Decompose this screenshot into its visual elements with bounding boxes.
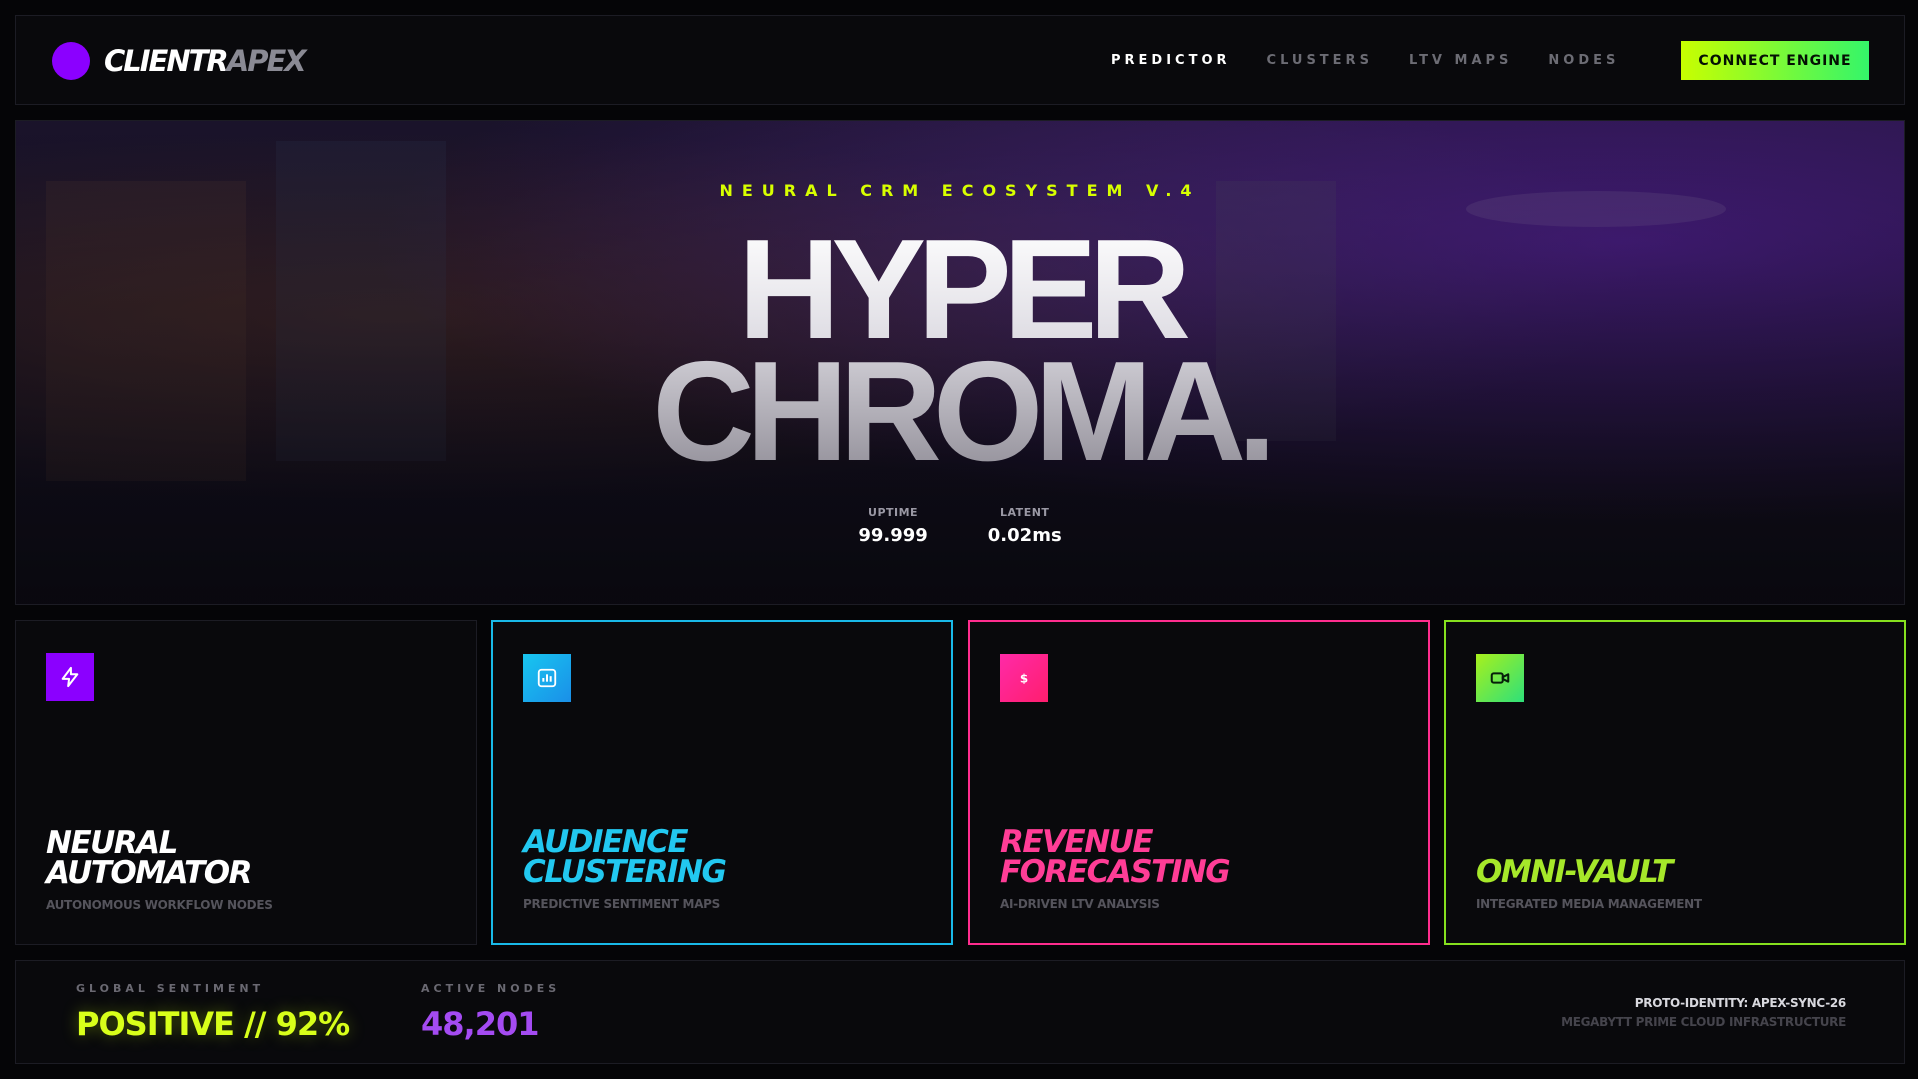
nav-link-nodes[interactable]: NODES bbox=[1548, 52, 1619, 70]
card-title: OMNI-VAULT bbox=[1476, 854, 1673, 890]
svg-text:$: $ bbox=[1020, 672, 1028, 686]
card-title: AUDIENCE CLUSTERING bbox=[523, 824, 727, 890]
card-title-line-1: NEURAL bbox=[46, 825, 178, 861]
card-subtitle: PREDICTIVE SENTIMENT MAPS bbox=[523, 897, 721, 911]
card-subtitle: INTEGRATED MEDIA MANAGEMENT bbox=[1476, 897, 1702, 911]
top-nav: CLIENTRAPEX PREDICTOR CLUSTERS LTV MAPS … bbox=[15, 15, 1905, 105]
card-subtitle: AUTONOMOUS WORKFLOW NODES bbox=[46, 898, 273, 912]
global-sentiment-label: GLOBAL SENTIMENT bbox=[76, 982, 265, 995]
infrastructure-label: MEGABYTT PRIME CLOUD INFRASTRUCTURE bbox=[1561, 1015, 1846, 1029]
stat-latent: LATENT 0.02ms bbox=[988, 506, 1062, 546]
stat-value: 99.999 bbox=[858, 525, 928, 546]
nav-links: PREDICTOR CLUSTERS LTV MAPS NODES bbox=[1111, 52, 1619, 70]
nav-link-predictor[interactable]: PREDICTOR bbox=[1111, 52, 1231, 70]
card-title-line-2: FORECASTING bbox=[1000, 854, 1231, 890]
lightning-icon bbox=[46, 653, 94, 701]
card-title-line-2: CLUSTERING bbox=[523, 854, 727, 890]
card-title-line-1: REVENUE bbox=[1000, 824, 1154, 860]
stat-label: LATENT bbox=[1000, 506, 1050, 519]
hero-title-line-2: CHROMA. bbox=[16, 341, 1904, 483]
card-omni-vault[interactable]: OMNI-VAULT INTEGRATED MEDIA MANAGEMENT bbox=[1444, 620, 1906, 945]
logo-primary-text: CLIENTR bbox=[104, 44, 229, 78]
global-sentiment: GLOBAL SENTIMENT POSITIVE // 92% bbox=[76, 982, 350, 1043]
connect-engine-button[interactable]: CONNECT ENGINE bbox=[1681, 41, 1869, 80]
stat-value: 0.02ms bbox=[987, 525, 1062, 546]
bar-chart-icon bbox=[523, 654, 571, 702]
nav-link-clusters[interactable]: CLUSTERS bbox=[1267, 52, 1373, 70]
proto-identity: PROTO-IDENTITY: APEX-SYNC-26 bbox=[1634, 996, 1847, 1010]
card-title-line-1: AUDIENCE bbox=[523, 824, 689, 860]
logo-secondary-text: APEX bbox=[226, 44, 307, 78]
logo[interactable]: CLIENTRAPEX bbox=[104, 42, 307, 80]
logo-icon[interactable] bbox=[52, 42, 90, 80]
card-revenue-forecasting[interactable]: $ REVENUE FORECASTING AI-DRIVEN LTV ANAL… bbox=[968, 620, 1430, 945]
card-title-line-2: OMNI-VAULT bbox=[1476, 854, 1673, 890]
footer-identity: PROTO-IDENTITY: APEX-SYNC-26 MEGABYTT PR… bbox=[1561, 996, 1846, 1029]
stat-uptime: UPTIME 99.999 bbox=[858, 506, 927, 546]
dollar-icon: $ bbox=[1000, 654, 1048, 702]
card-title-line-2: AUTOMATOR bbox=[46, 855, 253, 891]
card-neural-automator[interactable]: NEURAL AUTOMATOR AUTONOMOUS WORKFLOW NOD… bbox=[15, 620, 477, 945]
card-title: REVENUE FORECASTING bbox=[1000, 824, 1231, 890]
hero-stats: UPTIME 99.999 LATENT 0.02ms bbox=[16, 506, 1904, 546]
card-title: NEURAL AUTOMATOR bbox=[46, 825, 253, 891]
active-nodes-value: 48,201 bbox=[421, 1005, 539, 1043]
nav-link-ltv-maps[interactable]: LTV MAPS bbox=[1409, 52, 1512, 70]
card-audience-clustering[interactable]: AUDIENCE CLUSTERING PREDICTIVE SENTIMENT… bbox=[491, 620, 953, 945]
stat-label: UPTIME bbox=[868, 506, 919, 519]
active-nodes-label: ACTIVE NODES bbox=[421, 982, 561, 995]
hero-section: NEURAL CRM ECOSYSTEM V.4 HYPER CHROMA. U… bbox=[15, 120, 1905, 605]
global-sentiment-value: POSITIVE // 92% bbox=[76, 1005, 350, 1043]
card-subtitle: AI-DRIVEN LTV ANALYSIS bbox=[1000, 897, 1160, 911]
active-nodes: ACTIVE NODES 48,201 bbox=[421, 982, 560, 1043]
hero-kicker: NEURAL CRM ECOSYSTEM V.4 bbox=[719, 181, 1201, 200]
video-camera-icon bbox=[1476, 654, 1524, 702]
status-footer: GLOBAL SENTIMENT POSITIVE // 92% ACTIVE … bbox=[15, 960, 1905, 1064]
